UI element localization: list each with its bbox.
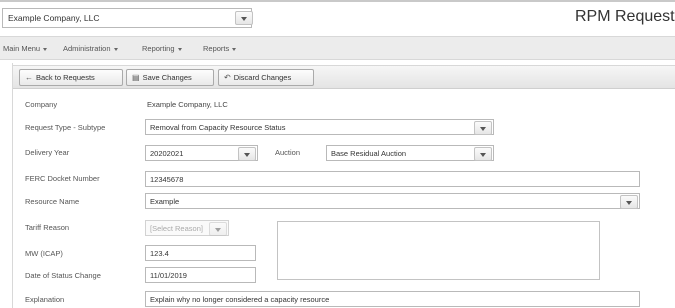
caret-down-icon bbox=[232, 47, 237, 51]
chevron-down-icon[interactable] bbox=[620, 195, 638, 209]
caret-down-icon bbox=[113, 47, 118, 51]
auction-label: Auction bbox=[275, 148, 301, 157]
menu-administration[interactable]: Administration bbox=[63, 44, 118, 53]
delivery-year-value: 20202021 bbox=[150, 149, 184, 158]
menu-main-menu-label: Main Menu bbox=[3, 44, 41, 53]
mw-icap-label: MW (ICAP) bbox=[25, 249, 63, 258]
ferc-docket-label: FERC Docket Number bbox=[25, 174, 100, 183]
caret-down-icon bbox=[43, 47, 48, 51]
resource-name-label: Resource Name bbox=[25, 197, 80, 206]
caret-down-icon bbox=[177, 47, 182, 51]
explanation-value: Explain why no longer considered a capac… bbox=[150, 295, 330, 304]
status-change-date-value: 11/01/2019 bbox=[150, 271, 187, 280]
menu-reporting-label: Reporting bbox=[142, 44, 175, 53]
tariff-reason-label: Tariff Reason bbox=[25, 223, 70, 232]
tariff-reason-placeholder: [Select Reason] bbox=[150, 224, 203, 233]
undo-icon: ↶ bbox=[224, 73, 231, 82]
chevron-down-icon[interactable] bbox=[209, 222, 227, 236]
company-selector-value: Example Company, LLC bbox=[8, 13, 100, 23]
save-changes-label: Save Changes bbox=[142, 73, 192, 82]
request-type-label: Request Type - Subtype bbox=[25, 123, 106, 132]
explanation-input[interactable]: Explain why no longer considered a capac… bbox=[145, 291, 640, 307]
resource-name-select[interactable]: Example bbox=[145, 193, 640, 209]
tariff-reason-select[interactable]: [Select Reason] bbox=[145, 220, 229, 236]
menu-reports-label: Reports bbox=[203, 44, 230, 53]
delivery-year-select[interactable]: 20202021 bbox=[145, 145, 258, 161]
menu-main-menu[interactable]: Main Menu bbox=[3, 44, 48, 53]
save-icon: ▤ bbox=[132, 73, 140, 82]
arrow-left-icon: ← bbox=[25, 73, 33, 82]
back-to-requests-button[interactable]: ← Back to Requests bbox=[19, 69, 123, 86]
chevron-down-icon[interactable] bbox=[235, 11, 253, 25]
request-form-panel: ← Back to Requests ▤ Save Changes ↶ Discard… bbox=[12, 63, 675, 308]
page-title: RPM Request bbox=[575, 8, 675, 25]
delivery-year-label: Delivery Year bbox=[25, 148, 70, 157]
menu-reporting[interactable]: Reporting bbox=[142, 44, 182, 53]
request-type-value: Removal from Capacity Resource Status bbox=[150, 123, 286, 132]
ferc-docket-value: 12345678 bbox=[150, 175, 184, 184]
company-value: Example Company, LLC bbox=[147, 100, 228, 109]
chevron-down-icon[interactable] bbox=[238, 147, 256, 161]
discard-changes-button[interactable]: ↶ Discard Changes bbox=[218, 69, 314, 86]
mw-icap-input[interactable]: 123.4 bbox=[145, 245, 256, 261]
comments-textarea[interactable] bbox=[277, 221, 600, 280]
mw-icap-value: 123.4 bbox=[150, 249, 169, 258]
save-changes-button[interactable]: ▤ Save Changes bbox=[126, 69, 214, 86]
request-type-select[interactable]: Removal from Capacity Resource Status bbox=[145, 119, 494, 135]
discard-changes-label: Discard Changes bbox=[233, 73, 292, 82]
auction-value: Base Residual Auction bbox=[331, 149, 407, 158]
chevron-down-icon[interactable] bbox=[474, 121, 492, 135]
resource-name-value: Example bbox=[150, 197, 180, 206]
company-selector[interactable]: Example Company, LLC bbox=[2, 8, 253, 28]
back-to-requests-label: Back to Requests bbox=[36, 73, 95, 82]
action-toolbar: ← Back to Requests ▤ Save Changes ↶ Discard… bbox=[13, 65, 675, 89]
status-change-date-input[interactable]: 11/01/2019 bbox=[145, 267, 256, 283]
status-change-date-label: Date of Status Change bbox=[25, 271, 101, 280]
menu-administration-label: Administration bbox=[63, 44, 111, 53]
top-bar: Example Company, LLC RPM Request bbox=[0, 0, 675, 36]
chevron-down-icon[interactable] bbox=[474, 147, 492, 161]
company-label: Company bbox=[25, 100, 58, 109]
explanation-label: Explanation bbox=[25, 295, 65, 304]
ferc-docket-input[interactable]: 12345678 bbox=[145, 171, 640, 187]
auction-select[interactable]: Base Residual Auction bbox=[326, 145, 494, 161]
menu-reports[interactable]: Reports bbox=[203, 44, 237, 53]
main-menu-bar: Main Menu Administration Reporting Repor… bbox=[0, 36, 675, 60]
